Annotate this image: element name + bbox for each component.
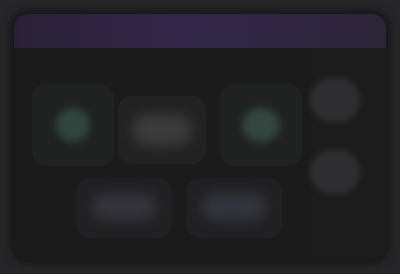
app-icon <box>56 108 90 142</box>
tile-1[interactable] <box>32 84 114 166</box>
tile-2[interactable] <box>118 96 206 164</box>
tile-5[interactable] <box>186 178 282 238</box>
side-button-1[interactable] <box>310 78 360 122</box>
title-bar <box>14 14 386 48</box>
app-icon <box>202 194 266 220</box>
tile-3[interactable] <box>220 84 302 166</box>
tile-4[interactable] <box>76 178 172 238</box>
app-icon <box>92 194 156 220</box>
side-button-2[interactable] <box>310 150 360 194</box>
app-icon <box>132 114 192 146</box>
app-icon <box>242 108 280 142</box>
